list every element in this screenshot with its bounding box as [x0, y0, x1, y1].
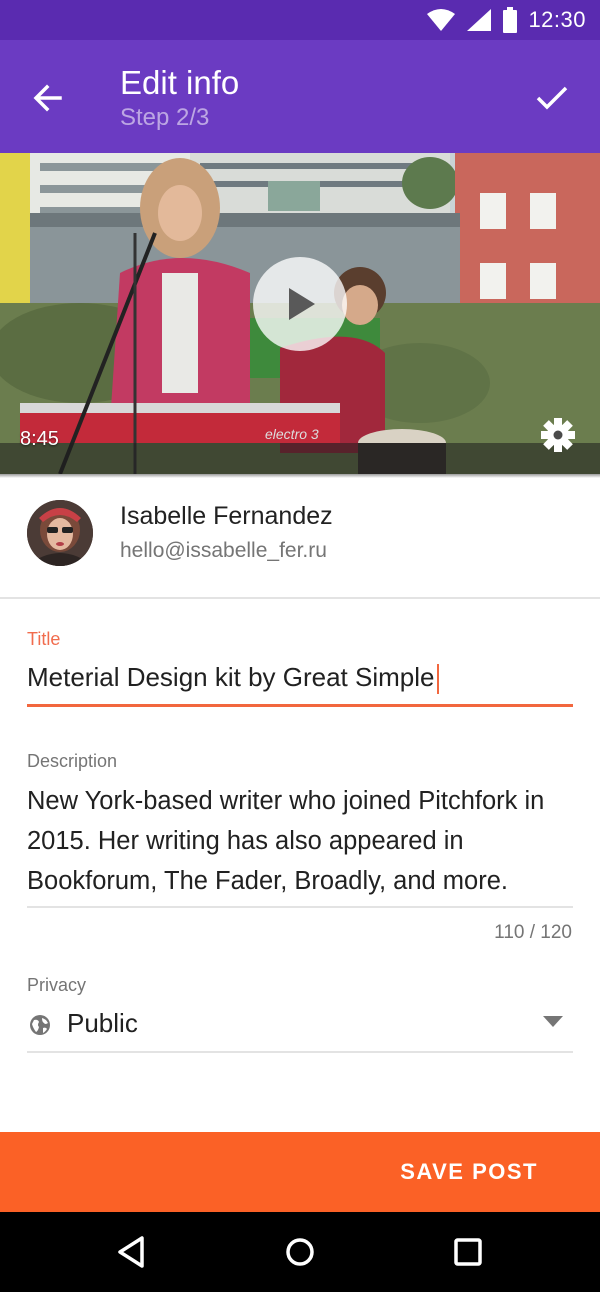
- video-player[interactable]: electro 3 8:45: [0, 153, 600, 474]
- avatar[interactable]: [27, 500, 93, 566]
- gear-icon: [541, 418, 575, 452]
- signal-icon: [467, 9, 492, 31]
- user-email: hello@issabelle_fer.ru: [120, 539, 327, 562]
- confirm-button[interactable]: [532, 78, 572, 118]
- circle-home-icon[interactable]: [282, 1234, 318, 1270]
- check-icon: [536, 86, 568, 110]
- wifi-icon: [427, 9, 456, 31]
- privacy-select[interactable]: Public: [27, 1003, 573, 1053]
- description-input[interactable]: New York-based writer who joined Pitchfo…: [27, 781, 573, 908]
- avatar-image: [27, 500, 93, 566]
- back-button[interactable]: [28, 78, 68, 118]
- user-name: Isabelle Fernandez: [120, 502, 333, 530]
- triangle-back-icon[interactable]: [114, 1234, 150, 1270]
- video-duration: 8:45: [20, 428, 59, 450]
- privacy-value: Public: [67, 1008, 138, 1038]
- char-counter: 110 / 120: [494, 922, 572, 943]
- caret-down-icon: [543, 1016, 563, 1027]
- profile-row: Isabelle Fernandez hello@issabelle_fer.r…: [0, 478, 600, 599]
- settings-button[interactable]: [538, 415, 578, 455]
- square-recents-icon[interactable]: [450, 1234, 486, 1270]
- play-icon: [289, 288, 315, 320]
- privacy-label: Privacy: [27, 975, 87, 995]
- title-block: Edit info Step 2/3: [120, 64, 239, 134]
- save-bar: SAVE POST: [0, 1132, 600, 1212]
- title-label: Title: [27, 629, 61, 649]
- battery-icon: [503, 7, 518, 33]
- page-title: Edit info: [120, 64, 240, 101]
- title-input[interactable]: Meterial Design kit by Great Simple: [27, 657, 573, 707]
- status-time: 12:30: [528, 7, 586, 32]
- save-post-button[interactable]: SAVE POST: [400, 1159, 538, 1185]
- title-input-value: Meterial Design kit by Great Simple: [27, 662, 435, 692]
- globe-icon: [30, 1015, 50, 1035]
- status-bar: 12:30: [0, 0, 600, 40]
- description-label: Description: [27, 751, 118, 771]
- system-nav-bar: [0, 1212, 600, 1292]
- play-button[interactable]: [253, 257, 347, 351]
- text-caret: [437, 664, 440, 695]
- app-bar: Edit info Step 2/3: [0, 40, 600, 153]
- arrow-left-icon: [33, 84, 62, 112]
- keyboard-brand-text: electro 3: [265, 426, 319, 442]
- page-subtitle: Step 2/3: [120, 104, 210, 131]
- status-icons: 12:30: [426, 6, 586, 34]
